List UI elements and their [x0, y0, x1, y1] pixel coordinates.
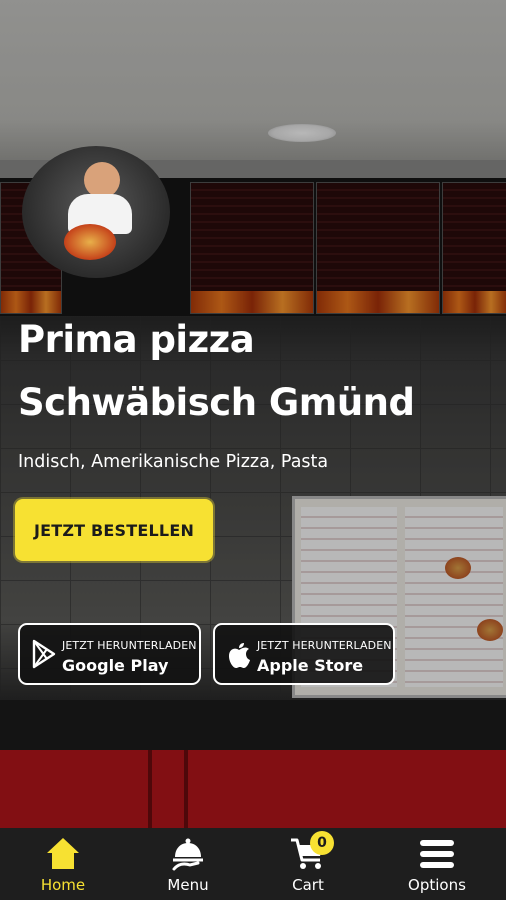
- order-now-button[interactable]: JETZT BESTELLEN: [15, 499, 213, 561]
- nav-menu[interactable]: Menu: [143, 828, 233, 900]
- google-play-icon: [32, 639, 56, 669]
- bottom-navigation: Home Menu Cart Options: [0, 828, 506, 900]
- apple-store-button[interactable]: JETZT HERUNTERLADEN Apple Store: [213, 623, 395, 685]
- apple-store-label: Apple Store: [257, 656, 364, 675]
- nav-menu-label: Menu: [167, 876, 209, 894]
- home-icon: [47, 838, 79, 869]
- nav-home[interactable]: Home: [18, 828, 108, 900]
- cuisine-description: Indisch, Amerikanische Pizza, Pasta: [18, 452, 329, 472]
- cart-count-badge: 0: [310, 831, 334, 855]
- google-play-button[interactable]: JETZT HERUNTERLADEN Google Play: [18, 623, 201, 685]
- nav-home-label: Home: [40, 876, 86, 894]
- apple-store-download-label: JETZT HERUNTERLADEN: [257, 639, 392, 652]
- nav-options-label: Options: [408, 876, 466, 894]
- restaurant-name: Prima pizza: [18, 318, 255, 361]
- google-play-download-label: JETZT HERUNTERLADEN: [62, 639, 197, 652]
- cloche-icon: [172, 838, 203, 871]
- nav-cart[interactable]: Cart: [263, 828, 353, 900]
- nav-cart-label: Cart: [292, 876, 324, 894]
- chef-illustration: [84, 162, 120, 198]
- hamburger-icon: [420, 840, 454, 868]
- apple-icon: [229, 643, 250, 668]
- google-play-label: Google Play: [62, 656, 169, 675]
- restaurant-city: Schwäbisch Gmünd: [18, 381, 415, 424]
- restaurant-logo: [22, 146, 170, 278]
- pizza-illustration: [64, 224, 116, 260]
- nav-options[interactable]: Options: [392, 828, 482, 900]
